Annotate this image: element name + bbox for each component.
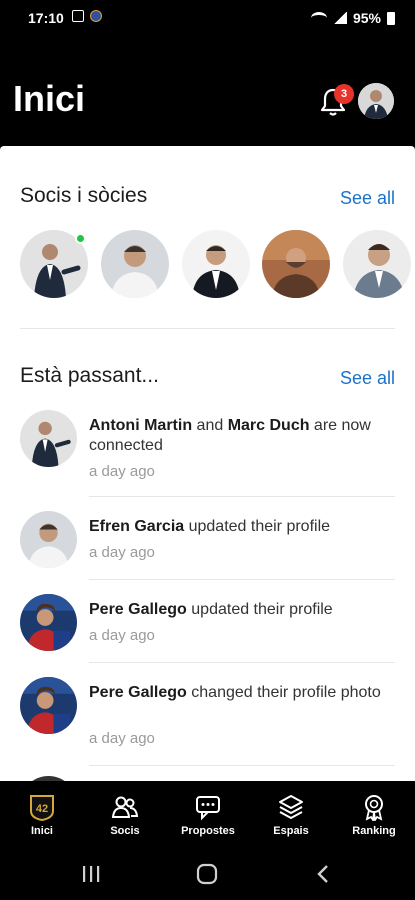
member-avatar[interactable]: [262, 230, 330, 298]
activity-divider: [89, 496, 395, 497]
member-avatar[interactable]: [101, 230, 169, 298]
app-notification-icon: [90, 10, 102, 22]
activity-avatar[interactable]: [20, 677, 77, 734]
activity-user-name[interactable]: Pere Gallego: [89, 601, 187, 618]
section-divider: [20, 328, 395, 329]
activity-avatar[interactable]: [20, 594, 77, 651]
members-section-title: Socis i sòcies: [20, 184, 148, 207]
nav-item-ranking[interactable]: Ranking: [334, 781, 414, 848]
logo-42-icon: 42: [30, 795, 54, 821]
members-see-all-link[interactable]: See all: [340, 188, 395, 209]
layers-icon: [279, 795, 303, 819]
page-title: Inici: [13, 78, 86, 119]
nav-label: Inici: [30, 825, 53, 837]
system-nav-bar: [0, 848, 415, 900]
main-content: Socis i sòcies See all Està passant... S…: [0, 146, 415, 781]
status-notification-icons: [72, 10, 102, 22]
nav-item-espais[interactable]: Espais: [251, 781, 331, 848]
activity-text[interactable]: Antoni Martin and Marc Duch are now conn…: [89, 416, 395, 456]
activity-user-name[interactable]: Pere Gallego: [89, 684, 187, 701]
activity-divider: [89, 765, 395, 766]
activity-user-name[interactable]: Antoni Martin: [89, 417, 192, 434]
recent-apps-icon[interactable]: [80, 864, 102, 884]
gallery-icon: [72, 10, 84, 22]
activity-avatar[interactable]: [20, 410, 77, 467]
activity-section-title: Està passant...: [20, 364, 159, 387]
nav-label: Ranking: [352, 825, 396, 837]
battery-icon: [387, 11, 395, 25]
bottom-nav: 42 Inici Socis Propostes Espais Ranking: [0, 781, 415, 848]
member-avatar[interactable]: [343, 230, 411, 298]
back-icon[interactable]: [314, 863, 332, 885]
nav-item-inici[interactable]: 42 Inici: [2, 781, 82, 848]
activity-user-name[interactable]: Marc Duch: [228, 417, 310, 434]
svg-text:42: 42: [36, 803, 48, 815]
activity-timestamp: a day ago: [89, 544, 155, 561]
nav-label: Socis: [110, 825, 140, 837]
online-status-indicator: [75, 233, 86, 244]
people-icon: [111, 796, 139, 818]
chat-bubble-icon: [196, 796, 220, 821]
notification-badge: 3: [334, 84, 354, 104]
avatar[interactable]: [358, 83, 394, 119]
status-right: 95%: [310, 10, 395, 26]
activity-divider: [89, 579, 395, 580]
activity-timestamp: a day ago: [89, 463, 155, 480]
activity-text[interactable]: Pere Gallego updated their profile: [89, 600, 395, 620]
medal-icon: [365, 795, 383, 821]
nav-item-socis[interactable]: Socis: [85, 781, 165, 848]
home-icon[interactable]: [196, 863, 218, 885]
member-avatar[interactable]: [182, 230, 250, 298]
nav-label: Propostes: [181, 825, 235, 837]
activity-text[interactable]: Efren Garcia updated their profile: [89, 517, 395, 537]
nav-item-propostes[interactable]: Propostes: [168, 781, 248, 848]
activity-user-name[interactable]: Efren Garcia: [89, 518, 184, 535]
activity-timestamp: a day ago: [89, 730, 155, 747]
app-header: Inici 3: [0, 36, 415, 146]
status-time: 17:10: [28, 10, 64, 26]
nav-label: Espais: [273, 825, 309, 837]
activity-text[interactable]: Pere Gallego changed their profile photo: [89, 683, 395, 703]
activity-divider: [89, 662, 395, 663]
wifi-icon: [310, 12, 327, 24]
status-bar: 17:10 95%: [0, 0, 415, 36]
activity-see-all-link[interactable]: See all: [340, 368, 395, 389]
signal-icon: [332, 12, 347, 24]
battery-level: 95%: [352, 10, 381, 26]
activity-timestamp: a day ago: [89, 627, 155, 644]
activity-avatar[interactable]: [20, 511, 77, 568]
